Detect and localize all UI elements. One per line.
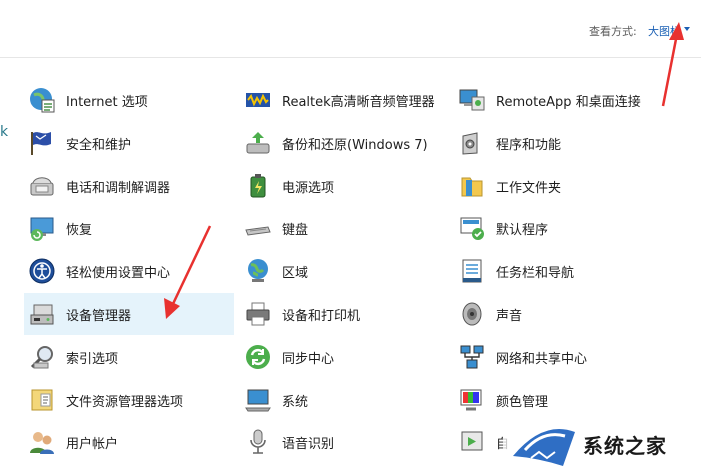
item-system[interactable]: 系统 [240,379,452,421]
view-by-dropdown[interactable]: 大图标 [648,23,681,39]
item-remoteapp[interactable]: RemoteApp 和桌面连接 [454,79,684,121]
watermark-text: 系统之家 [583,434,667,458]
item-region[interactable]: 区域 [240,250,452,292]
item-realtek-audio[interactable]: Realtek高清晰音频管理器 [240,79,452,121]
realtek-audio-icon [244,86,272,114]
item-label: 安全和维护 [66,137,132,153]
item-color-management[interactable]: 颜色管理 [454,379,684,421]
region-globe-icon [244,257,272,285]
work-folders-icon [458,172,486,200]
device-manager-icon [28,300,56,328]
item-label: 电话和调制解调器 [66,180,171,196]
item-work-folders[interactable]: 工作文件夹 [454,165,684,207]
item-sound[interactable]: 声音 [454,293,684,335]
indexing-options-icon [28,343,56,371]
internet-options-icon [28,86,56,114]
item-label: 网络和共享中心 [496,351,588,367]
chevron-down-icon[interactable] [684,27,690,31]
item-recovery[interactable]: 恢复 [24,207,234,249]
item-phone-modem[interactable]: 电话和调制解调器 [24,165,234,207]
item-label: 同步中心 [282,351,335,367]
item-ease-of-access[interactable]: 轻松使用设置中心 [24,250,234,292]
item-label: RemoteApp 和桌面连接 [496,94,641,110]
item-label: 声音 [496,308,523,324]
item-sync-center[interactable]: 同步中心 [240,336,452,378]
item-label: 文件资源管理器选项 [66,394,184,410]
item-power-options[interactable]: 电源选项 [240,165,452,207]
item-file-explorer-options[interactable]: 文件资源管理器选项 [24,379,234,421]
programs-features-icon [458,129,486,157]
backup-restore-icon [244,129,272,157]
item-label: Internet 选项 [66,94,148,110]
item-internet-options[interactable]: Internet 选项 [24,79,234,121]
view-toolbar: 查看方式: 大图标 [0,0,701,58]
item-user-accounts[interactable]: 用户帐户 [24,421,234,463]
autoplay-icon [458,428,486,456]
item-label: 区域 [282,265,309,281]
phone-modem-icon [28,172,56,200]
view-by-label: 查看方式: [589,25,637,38]
speech-recognition-icon [244,428,272,456]
remoteapp-icon [458,86,486,114]
item-network-sharing[interactable]: 网络和共享中心 [454,336,684,378]
file-explorer-options-icon [28,386,56,414]
site-watermark: 系统之家 [503,418,701,474]
item-label: 系统 [282,394,309,410]
item-security-maintenance[interactable]: 安全和维护 [24,122,234,164]
item-label: 设备和打印机 [282,308,361,324]
item-programs-features[interactable]: 程序和功能 [454,122,684,164]
item-devices-printers[interactable]: 设备和打印机 [240,293,452,335]
devices-printers-icon [244,300,272,328]
item-device-manager[interactable]: 设备管理器 [24,293,234,335]
power-options-icon [244,172,272,200]
item-label: 键盘 [282,222,309,238]
item-label: 电源选项 [282,180,335,196]
security-maintenance-flag-icon [28,129,56,157]
item-label: 索引选项 [66,351,119,367]
item-speech-recognition[interactable]: 语音识别 [240,421,452,463]
user-accounts-icon [28,428,56,456]
item-default-programs[interactable]: 默认程序 [454,207,684,249]
item-label: 任务栏和导航 [496,265,575,281]
default-programs-icon [458,214,486,242]
recovery-icon [28,214,56,242]
item-label: 备份和还原(Windows 7) [282,137,428,153]
network-sharing-icon [458,343,486,371]
color-management-icon [458,386,486,414]
item-label: 工作文件夹 [496,180,562,196]
system-icon [244,386,272,414]
item-label: 颜色管理 [496,394,549,410]
taskbar-navigation-icon [458,257,486,285]
ease-of-access-icon [28,257,56,285]
item-label: 程序和功能 [496,137,562,153]
item-indexing-options[interactable]: 索引选项 [24,336,234,378]
keyboard-icon [244,214,272,242]
item-label: 设备管理器 [66,308,132,324]
cropped-text-fragment: k [0,124,9,140]
item-label: 语音识别 [282,436,335,452]
item-label: 用户帐户 [66,436,119,452]
item-label: Realtek高清晰音频管理器 [282,94,435,110]
item-label: 默认程序 [496,222,549,238]
item-label: 轻松使用设置中心 [66,265,171,281]
item-taskbar-navigation[interactable]: 任务栏和导航 [454,250,684,292]
item-backup-restore[interactable]: 备份和还原(Windows 7) [240,122,452,164]
sound-icon [458,300,486,328]
item-label: 恢复 [66,222,93,238]
sync-center-icon [244,343,272,371]
item-keyboard[interactable]: 键盘 [240,207,452,249]
